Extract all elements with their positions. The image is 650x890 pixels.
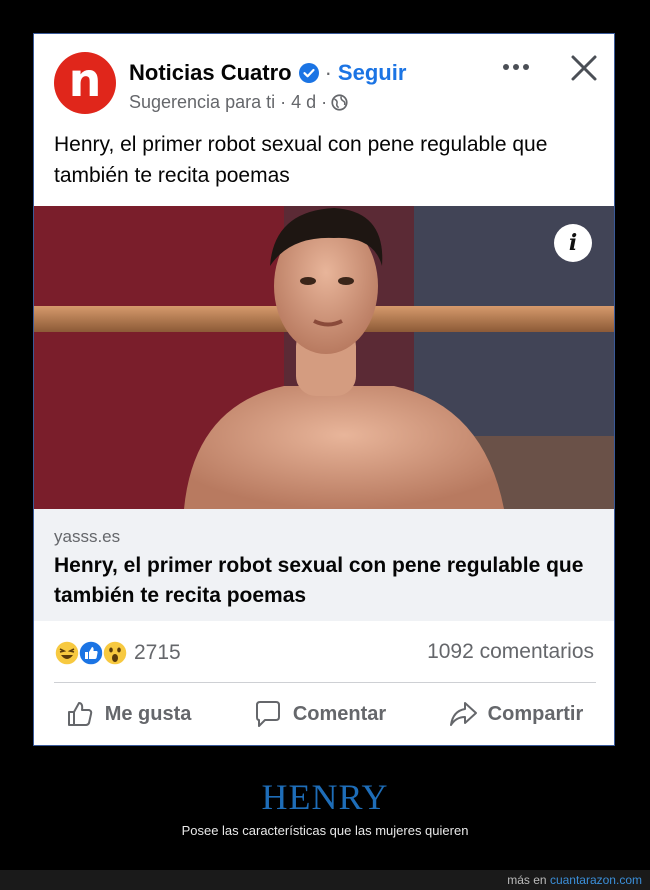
follow-button[interactable]: Seguir [338,60,406,86]
footer-link[interactable]: cuantarazon.com [550,873,642,887]
haha-icon [54,640,80,666]
meme-subtitle: Posee las características que las mujere… [181,823,469,838]
share-label: Compartir [487,702,584,725]
reactions-summary[interactable]: 2715 [54,640,181,666]
link-preview[interactable]: yasss.es Henry, el primer robot sexual c… [34,509,614,621]
link-domain: yasss.es [54,527,121,546]
share-icon [449,702,477,726]
thumbs-up-icon [67,702,92,726]
comment-button[interactable]: Comentar [253,699,386,729]
like-label: Me gusta [104,702,192,725]
actions-divider [54,682,596,683]
link-title: Henry, el primer robot sexual con pene r… [54,554,584,607]
robot-photo-illustration [34,206,614,509]
comments-count[interactable]: 1092 comentarios [427,640,594,664]
avatar-letter: n [68,53,102,107]
comment-label: Comentar [292,702,387,725]
post-meta: Sugerencia para ti · 4 d · [129,92,348,113]
meme-title: HENRY [261,777,389,817]
page-avatar[interactable]: n [54,52,116,114]
post-text: Henry, el primer robot sexual con pene r… [54,133,548,187]
facebook-post-card: n Noticias Cuatro · Seguir Sugerencia pa… [33,33,615,746]
reaction-icons [54,640,128,666]
action-bar: Me gusta Comentar Compartir [34,689,614,739]
like-icon [78,640,104,666]
post-image[interactable]: i [34,206,614,509]
page-name[interactable]: Noticias Cuatro [129,60,292,86]
globe-icon [331,94,348,111]
share-button[interactable]: Compartir [448,699,584,729]
verified-badge-icon [298,63,319,83]
header-separator: · [324,60,332,85]
like-button[interactable]: Me gusta [65,699,192,729]
post-meta-text: Sugerencia para ti · 4 d · [129,92,328,112]
post-header: Noticias Cuatro · Seguir [129,60,406,86]
reaction-count: 2715 [134,641,181,664]
footer-text: más en cuantarazon.com [507,873,642,887]
wow-icon [102,640,128,666]
info-icon[interactable]: i [554,224,592,262]
comment-icon [255,701,280,727]
footer-prefix: más en [507,873,547,887]
close-icon[interactable] [568,52,600,84]
site-footer: más en cuantarazon.com [0,870,650,890]
more-options-icon[interactable] [501,56,531,78]
